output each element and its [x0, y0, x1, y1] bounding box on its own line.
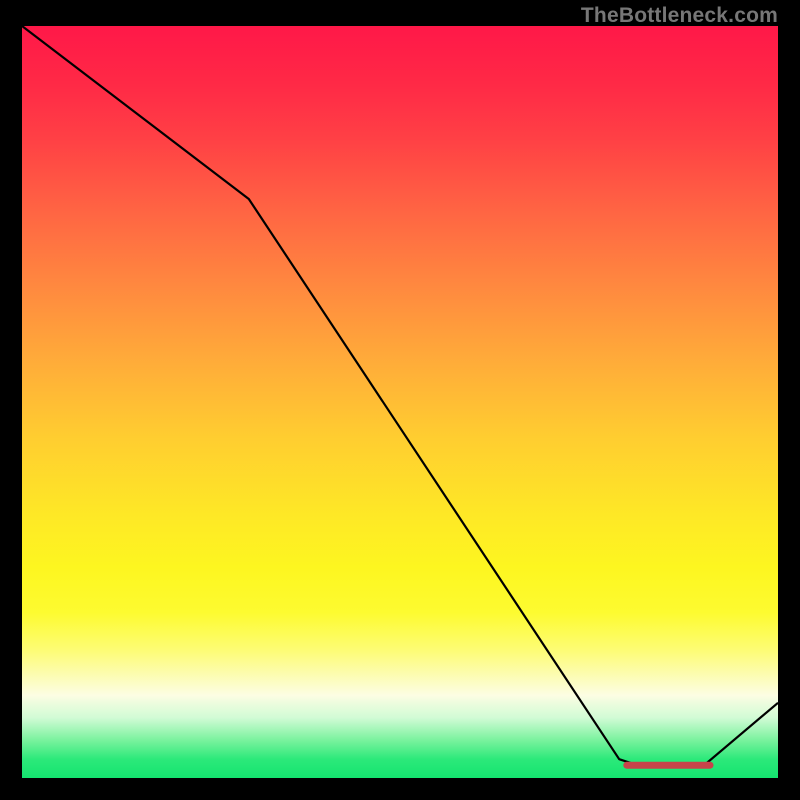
chart-container: TheBottleneck.com: [0, 0, 800, 800]
plot-area: [22, 26, 778, 778]
attribution-label: TheBottleneck.com: [581, 4, 778, 28]
bottleneck-line: [22, 26, 778, 767]
chart-svg: [22, 26, 778, 778]
